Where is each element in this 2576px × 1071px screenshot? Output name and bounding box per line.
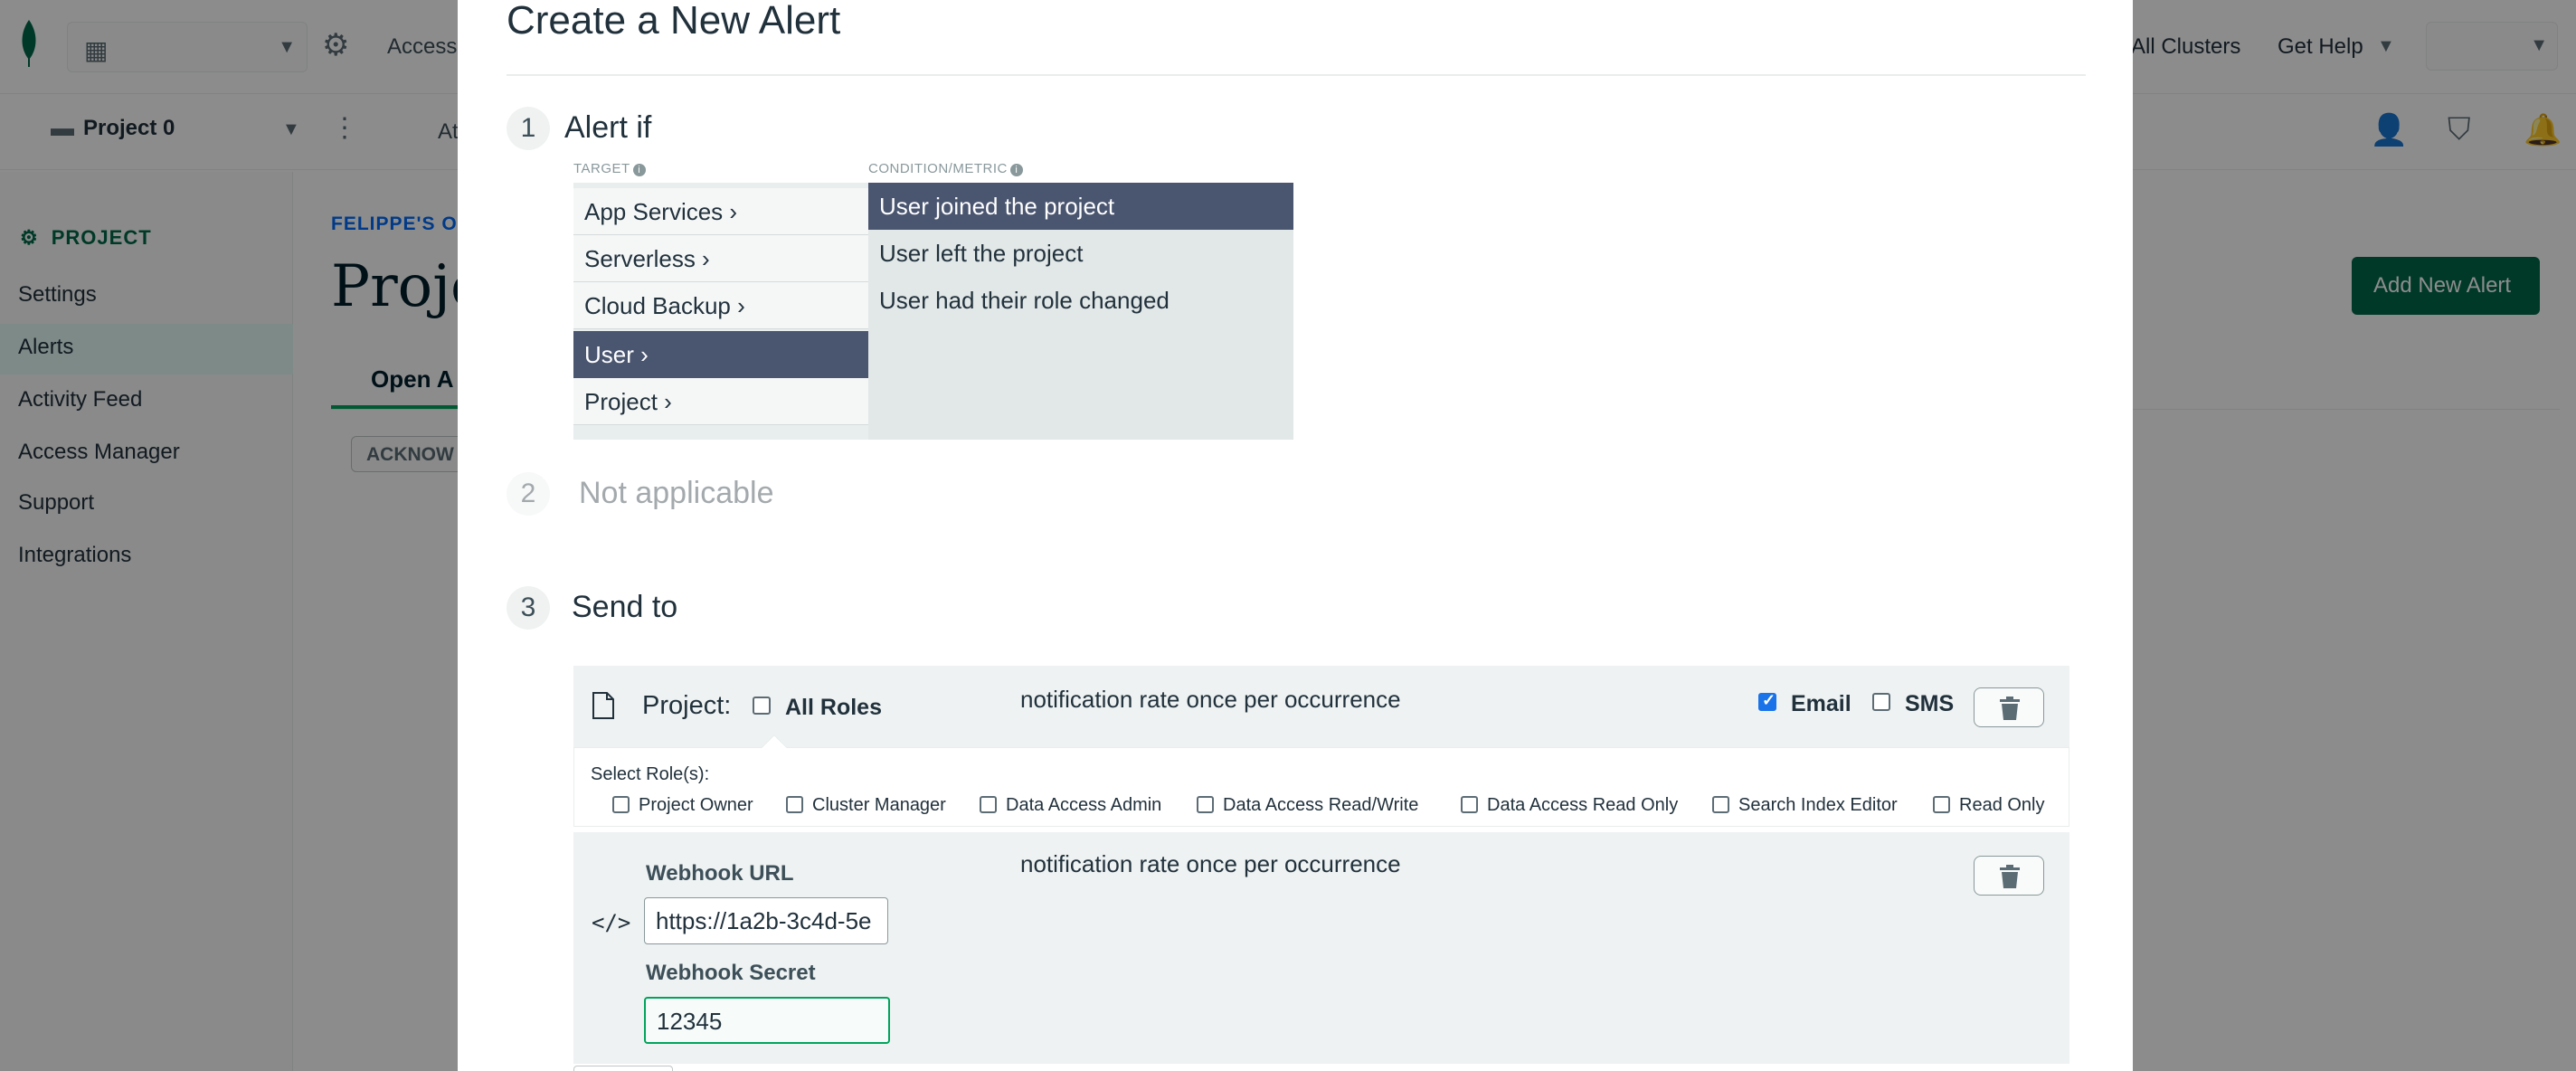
target-item-app-services[interactable]: App Services › — [573, 188, 868, 235]
project-notification-header: Project: All Roles notification rate onc… — [573, 666, 2069, 747]
all-roles-label[interactable]: All Roles — [785, 695, 882, 721]
role-data-access-read-write[interactable]: Data Access Read/Write — [1197, 795, 1418, 816]
add-recipient-button[interactable] — [573, 1066, 673, 1071]
step-number: 2 — [507, 472, 550, 516]
project-recipient-label: Project: — [642, 691, 732, 720]
role-search-index-editor[interactable]: Search Index Editor — [1712, 795, 1898, 816]
target-column-label: TARGET i — [573, 161, 646, 176]
email-label[interactable]: Email — [1791, 691, 1852, 717]
sms-checkbox[interactable] — [1872, 693, 1890, 711]
role-checkbox[interactable] — [612, 796, 630, 813]
condition-item-user-joined[interactable]: User joined the project — [868, 183, 1293, 230]
modal-title: Create a New Alert — [507, 0, 841, 43]
project-notification-row: Project: All Roles notification rate onc… — [573, 666, 2069, 827]
target-item-serverless[interactable]: Serverless › — [573, 235, 868, 282]
step-number: 1 — [507, 107, 550, 150]
role-data-access-admin[interactable]: Data Access Admin — [980, 795, 1161, 816]
delete-notification-button[interactable] — [1974, 687, 2044, 727]
webhook-secret-label: Webhook Secret — [646, 961, 816, 985]
role-project-owner[interactable]: Project Owner — [612, 795, 753, 816]
step-title-send-to: Send to — [572, 590, 678, 624]
role-checkbox[interactable] — [1461, 796, 1478, 813]
role-data-access-read-only[interactable]: Data Access Read Only — [1461, 795, 1678, 816]
condition-list: User joined the project User left the pr… — [868, 183, 1293, 440]
role-checkbox[interactable] — [980, 796, 997, 813]
trash-icon — [2000, 697, 2020, 720]
role-read-only[interactable]: Read Only — [1933, 795, 2045, 816]
select-roles-label: Select Role(s): — [591, 764, 710, 784]
modal-divider — [507, 74, 2086, 76]
delete-webhook-button[interactable] — [1974, 856, 2044, 896]
step-title-alert-if: Alert if — [564, 110, 652, 145]
step-title-not-applicable: Not applicable — [579, 476, 774, 510]
role-checkbox[interactable] — [786, 796, 803, 813]
notification-rate-text: notification rate once per occurrence — [1020, 850, 1401, 877]
trash-icon — [2000, 865, 2020, 888]
create-alert-modal: Create a New Alert 1 Alert if TARGET i CO… — [458, 0, 2133, 1071]
condition-item-user-left[interactable]: User left the project — [868, 230, 1293, 277]
webhook-url-input[interactable]: https://1a2b-3c4d-5e — [644, 897, 888, 944]
sms-label[interactable]: SMS — [1905, 691, 1954, 717]
target-list: App Services › Serverless › Cloud Backup… — [573, 183, 868, 440]
target-item-user[interactable]: User › — [573, 331, 868, 378]
role-checkbox[interactable] — [1197, 796, 1214, 813]
webhook-url-label: Webhook URL — [646, 861, 794, 886]
webhook-notification-row: </> Webhook URL https://1a2b-3c4d-5e Web… — [573, 832, 2069, 1064]
step-number: 3 — [507, 586, 550, 630]
webhook-secret-input[interactable]: 12345 — [644, 997, 890, 1044]
info-icon[interactable]: i — [632, 164, 646, 176]
notification-rate-text: notification rate once per occurrence — [1020, 686, 1401, 713]
target-item-project[interactable]: Project › — [573, 378, 868, 425]
role-checkbox[interactable] — [1933, 796, 1950, 813]
role-checkbox[interactable] — [1712, 796, 1729, 813]
condition-column-label: CONDITION/METRIC i — [868, 161, 1023, 176]
select-roles-panel: Select Role(s): Project Owner Cluster Ma… — [573, 747, 2069, 827]
all-roles-checkbox[interactable] — [753, 697, 771, 715]
code-icon: </> — [592, 910, 631, 935]
email-checkbox[interactable] — [1758, 691, 1776, 711]
info-icon[interactable]: i — [1009, 164, 1023, 176]
condition-item-role-changed[interactable]: User had their role changed — [868, 277, 1293, 324]
role-cluster-manager[interactable]: Cluster Manager — [786, 795, 946, 816]
target-item-cloud-backup[interactable]: Cloud Backup › — [573, 282, 868, 329]
document-icon — [592, 692, 614, 719]
